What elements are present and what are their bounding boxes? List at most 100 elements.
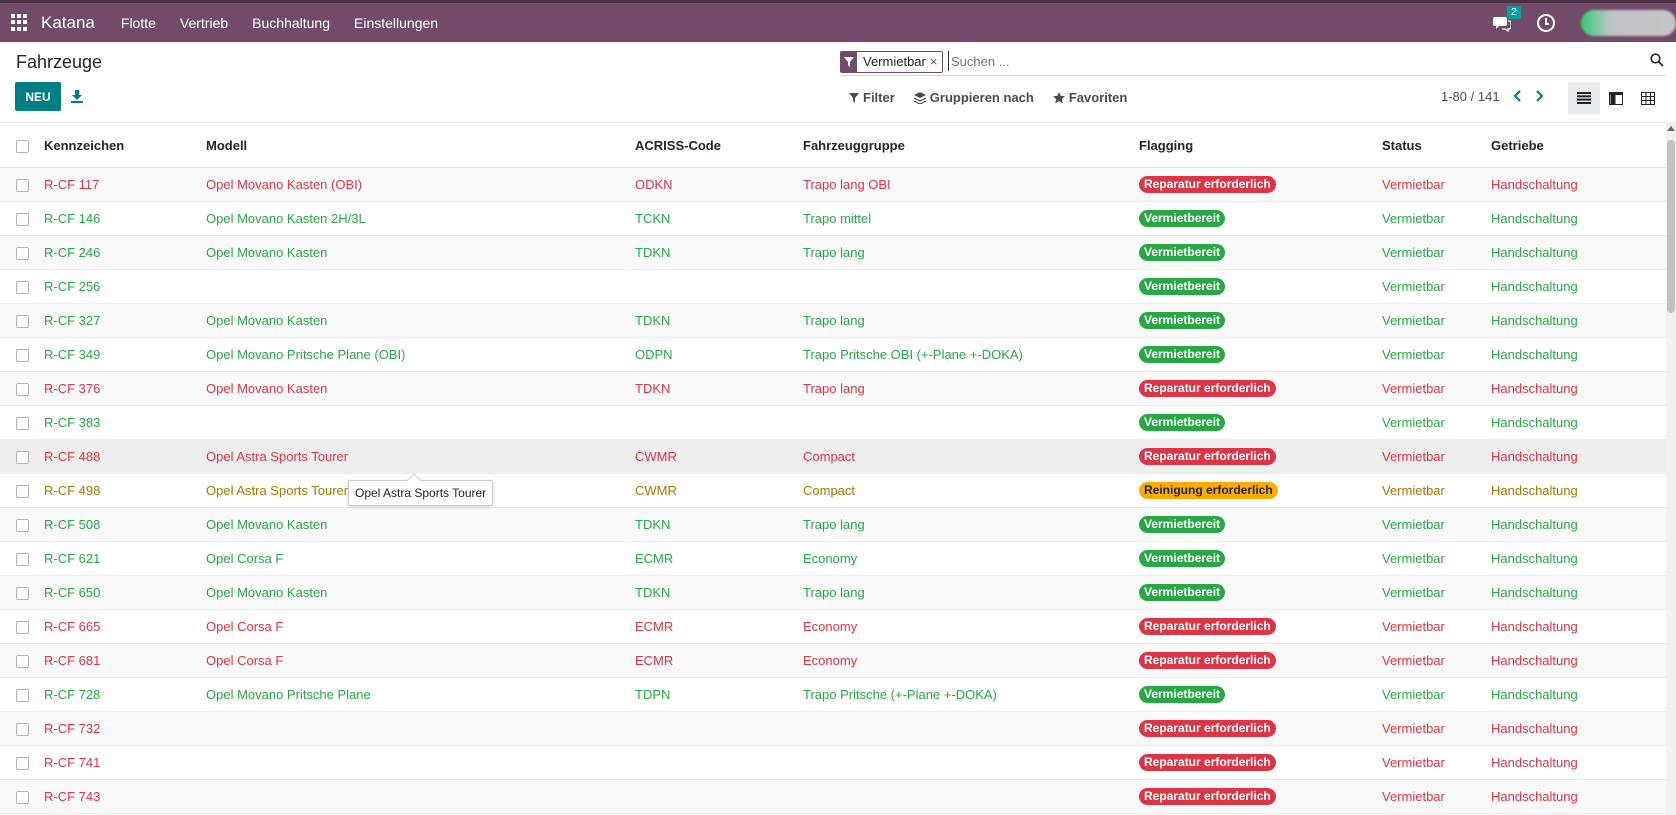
cell-kennzeichen[interactable]: R-CF 498: [44, 474, 206, 508]
cell-modell[interactable]: Opel Astra Sports Tourer: [206, 440, 635, 474]
cell-status[interactable]: Vermietbar: [1382, 508, 1491, 542]
cell-acriss-code[interactable]: [635, 406, 803, 440]
row-checkbox[interactable]: [16, 247, 29, 261]
cell-acriss-code[interactable]: ECMR: [635, 644, 803, 678]
cell-fahrzeuggruppe[interactable]: Trapo lang OBI: [803, 168, 1139, 202]
row-select-cell[interactable]: [0, 406, 44, 440]
row-select-cell[interactable]: [0, 542, 44, 576]
cell-modell[interactable]: Opel Movano Kasten 2H/3L: [206, 202, 635, 236]
activity-clock-icon[interactable]: [1537, 13, 1555, 32]
cell-fahrzeuggruppe[interactable]: Economy: [803, 644, 1139, 678]
cell-fahrzeuggruppe[interactable]: [803, 406, 1139, 440]
table-row[interactable]: R-CF 650 Opel Movano Kasten TDKN Trapo lang…: [0, 575, 1666, 610]
row-checkbox[interactable]: [16, 723, 29, 737]
table-row[interactable]: R-CF 732 Reparatur erforderlich Vermietbar…: [0, 711, 1666, 746]
cell-modell[interactable]: [206, 712, 635, 746]
row-select-cell[interactable]: [0, 202, 44, 236]
filter-dropdown[interactable]: Filter: [849, 90, 895, 105]
cell-flagging[interactable]: Vermietbereit: [1139, 236, 1382, 270]
cell-kennzeichen[interactable]: R-CF 488: [44, 440, 206, 474]
table-row[interactable]: R-CF 327 Opel Movano Kasten TDKN Trapo lang…: [0, 303, 1666, 338]
list-view-button[interactable]: [1568, 82, 1600, 114]
cell-acriss-code[interactable]: ECMR: [635, 610, 803, 644]
cell-getriebe[interactable]: Handschaltung: [1491, 576, 1666, 610]
cell-flagging[interactable]: Reparatur erforderlich: [1139, 372, 1382, 406]
cell-status[interactable]: Vermietbar: [1382, 746, 1491, 780]
cell-modell[interactable]: Opel Movano Kasten: [206, 304, 635, 338]
cell-getriebe[interactable]: Handschaltung: [1491, 610, 1666, 644]
cell-kennzeichen[interactable]: R-CF 376: [44, 372, 206, 406]
cell-acriss-code[interactable]: TDKN: [635, 304, 803, 338]
cell-status[interactable]: Vermietbar: [1382, 712, 1491, 746]
row-select-cell[interactable]: [0, 508, 44, 542]
pager-value[interactable]: 1-80 / 141: [1441, 89, 1500, 104]
new-button[interactable]: NEU: [15, 82, 61, 111]
cell-flagging[interactable]: Reinigung erforderlich: [1139, 474, 1382, 508]
cell-fahrzeuggruppe[interactable]: Trapo lang: [803, 236, 1139, 270]
cell-acriss-code[interactable]: CWMR: [635, 474, 803, 508]
apps-menu-icon[interactable]: [11, 13, 29, 32]
cell-fahrzeuggruppe[interactable]: [803, 746, 1139, 780]
cell-getriebe[interactable]: Handschaltung: [1491, 202, 1666, 236]
cell-status[interactable]: Vermietbar: [1382, 168, 1491, 202]
scroll-up-arrow-icon[interactable]: [1667, 126, 1675, 131]
pager-previous-icon[interactable]: [1512, 88, 1524, 104]
row-checkbox[interactable]: [16, 485, 29, 499]
table-row[interactable]: R-CF 246 Opel Movano Kasten TDKN Trapo lang…: [0, 235, 1666, 270]
column-header-kennzeichen[interactable]: Kennzeichen: [44, 123, 206, 168]
table-row[interactable]: R-CF 146 Opel Movano Kasten 2H/3L TCKN Trap…: [0, 202, 1666, 236]
column-header-acriss[interactable]: ACRISS-Code: [635, 123, 803, 168]
cell-getriebe[interactable]: Handschaltung: [1491, 406, 1666, 440]
row-checkbox[interactable]: [16, 349, 29, 363]
cell-acriss-code[interactable]: ODPN: [635, 338, 803, 372]
cell-kennzeichen[interactable]: R-CF 743: [44, 780, 206, 814]
cell-kennzeichen[interactable]: R-CF 146: [44, 202, 206, 236]
cell-kennzeichen[interactable]: R-CF 728: [44, 678, 206, 712]
user-avatar[interactable]: [1581, 9, 1676, 36]
row-select-cell[interactable]: [0, 780, 44, 814]
cell-fahrzeuggruppe[interactable]: Compact: [803, 474, 1139, 508]
cell-acriss-code[interactable]: TDPN: [635, 678, 803, 712]
cell-fahrzeuggruppe[interactable]: Economy: [803, 542, 1139, 576]
cell-flagging[interactable]: Vermietbereit: [1139, 576, 1382, 610]
cell-getriebe[interactable]: Handschaltung: [1491, 780, 1666, 814]
cell-fahrzeuggruppe[interactable]: Trapo lang: [803, 508, 1139, 542]
select-all-cell[interactable]: [0, 123, 44, 168]
app-brand[interactable]: Katana: [41, 13, 95, 33]
cell-modell[interactable]: Opel Corsa F: [206, 644, 635, 678]
cell-kennzeichen[interactable]: R-CF 246: [44, 236, 206, 270]
cell-acriss-code[interactable]: TDKN: [635, 576, 803, 610]
column-header-modell[interactable]: Modell: [206, 123, 635, 168]
messages-icon[interactable]: 2: [1493, 5, 1521, 34]
row-checkbox[interactable]: [16, 519, 29, 533]
row-select-cell[interactable]: [0, 236, 44, 270]
row-checkbox[interactable]: [16, 179, 29, 193]
cell-flagging[interactable]: Reparatur erforderlich: [1139, 644, 1382, 678]
cell-status[interactable]: Vermietbar: [1382, 372, 1491, 406]
cell-modell[interactable]: Opel Movano Pritsche Plane: [206, 678, 635, 712]
menu-item-einstellungen[interactable]: Einstellungen: [354, 15, 438, 31]
kanban-view-button[interactable]: [1600, 82, 1632, 114]
table-row[interactable]: R-CF 681 Opel Corsa F ECMR Economy Reparatur…: [0, 643, 1666, 678]
pivot-view-button[interactable]: [1632, 82, 1664, 114]
row-checkbox[interactable]: [16, 315, 29, 329]
scrollbar-thumb[interactable]: [1667, 140, 1675, 313]
row-select-cell[interactable]: [0, 576, 44, 610]
cell-modell[interactable]: Opel Corsa F: [206, 542, 635, 576]
cell-flagging[interactable]: Vermietbereit: [1139, 304, 1382, 338]
row-select-cell[interactable]: [0, 746, 44, 780]
table-row[interactable]: R-CF 508 Opel Movano Kasten TDKN Trapo lang…: [0, 507, 1666, 542]
cell-status[interactable]: Vermietbar: [1382, 542, 1491, 576]
row-select-cell[interactable]: [0, 474, 44, 508]
table-row[interactable]: R-CF 117 Opel Movano Kasten (OBI) ODKN Trap…: [0, 167, 1666, 202]
cell-fahrzeuggruppe[interactable]: Trapo lang: [803, 372, 1139, 406]
menu-item-flotte[interactable]: Flotte: [121, 15, 156, 31]
row-checkbox[interactable]: [16, 655, 29, 669]
row-checkbox[interactable]: [16, 689, 29, 703]
cell-flagging[interactable]: Vermietbereit: [1139, 202, 1382, 236]
row-select-cell[interactable]: [0, 304, 44, 338]
cell-status[interactable]: Vermietbar: [1382, 440, 1491, 474]
cell-flagging[interactable]: Vermietbereit: [1139, 338, 1382, 372]
cell-fahrzeuggruppe[interactable]: Trapo lang: [803, 304, 1139, 338]
cell-kennzeichen[interactable]: R-CF 256: [44, 270, 206, 304]
